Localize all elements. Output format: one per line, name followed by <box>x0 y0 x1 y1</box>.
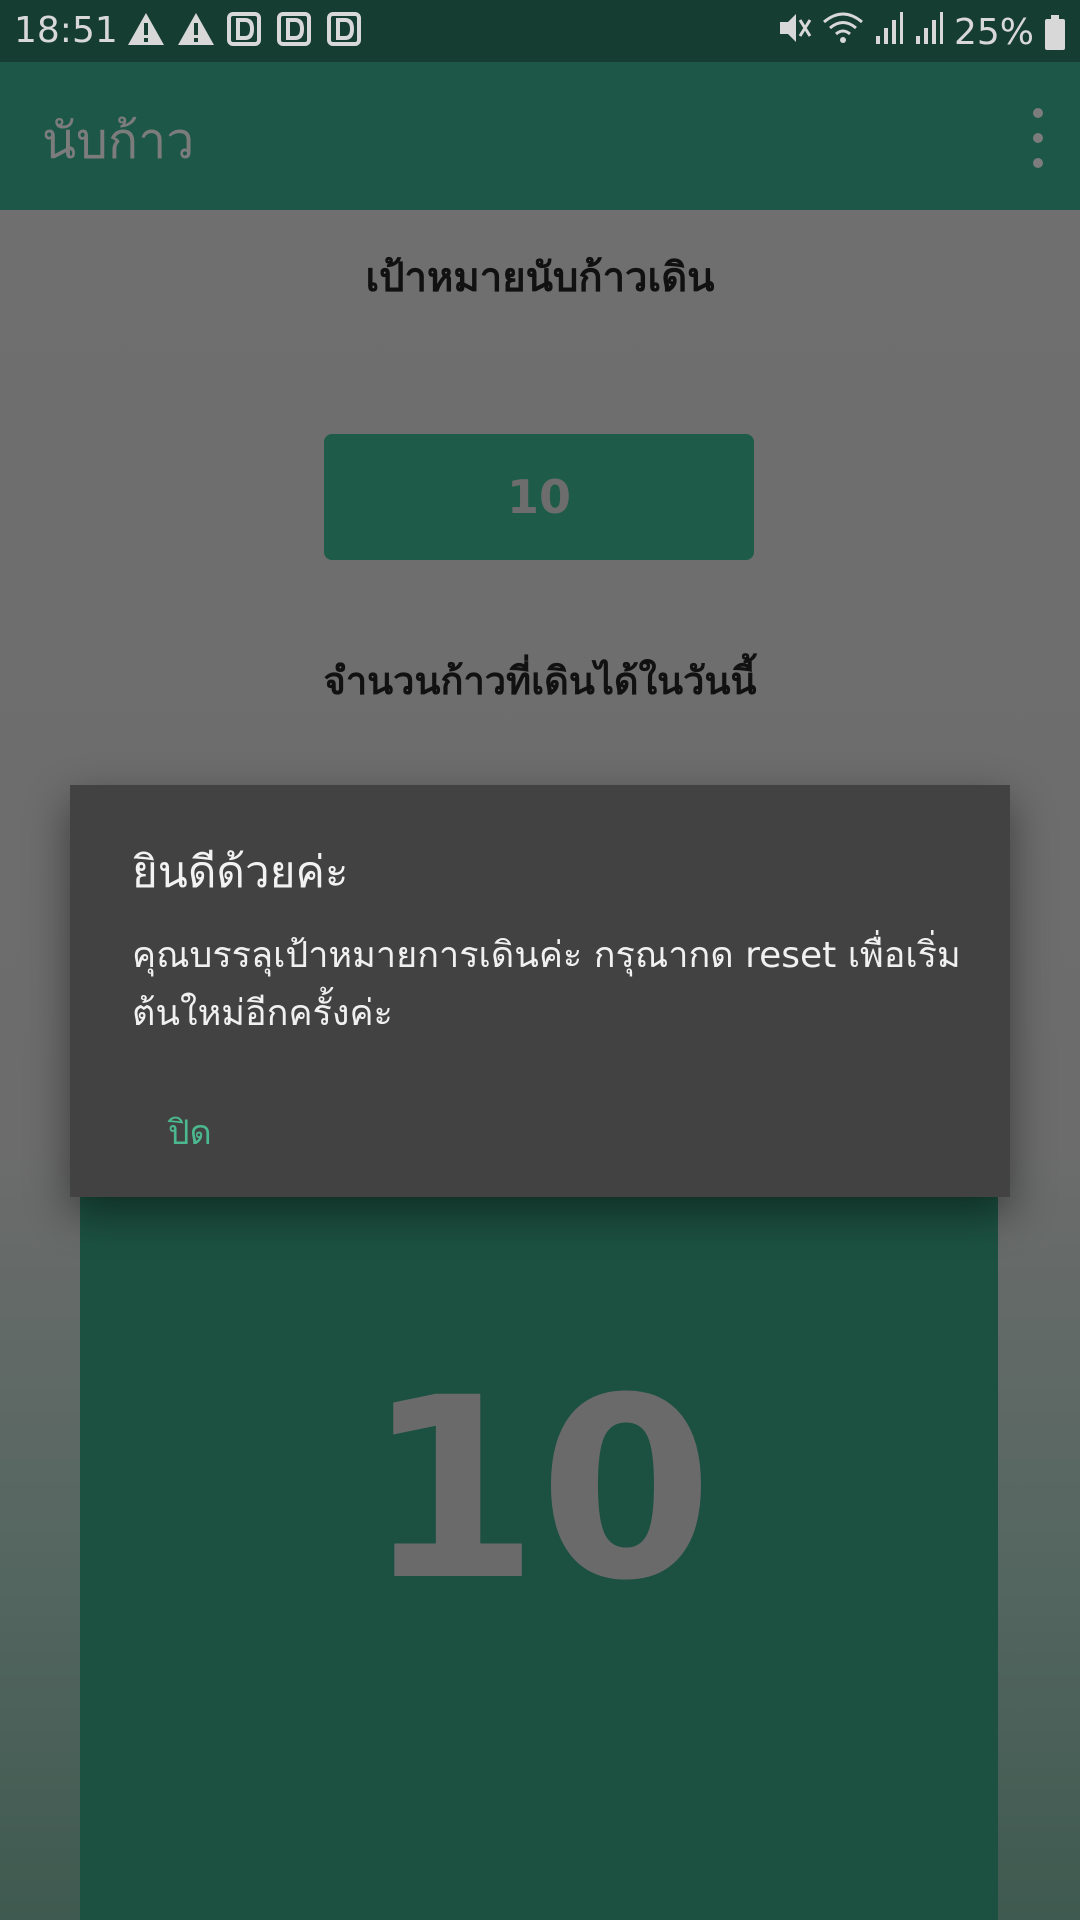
dialog-message: คุณบรรลุเป้าหมายการเดินค่ะ กรุณากด reset… <box>132 935 961 1034</box>
system-icons: 25% <box>778 10 1066 55</box>
goal-value-box[interactable]: 10 <box>324 434 754 560</box>
signal-icon <box>874 10 904 55</box>
more-vert-icon[interactable] <box>1018 108 1058 168</box>
step-count-box: 10 <box>80 1120 998 1920</box>
notification-icons <box>126 11 366 47</box>
goal-value: 10 <box>506 470 571 524</box>
app-notification-icon <box>276 11 316 47</box>
signal-icon <box>914 10 944 55</box>
step-count-value: 10 <box>365 1344 713 1635</box>
today-steps-label: จำนวนก้าวที่เดินได้ในวันนี้ <box>323 659 757 703</box>
close-button[interactable]: ปิด <box>160 1101 220 1163</box>
app-bar: นับก้าว <box>0 62 1080 210</box>
mute-icon <box>778 10 812 55</box>
status-bar: 18:51 25% <box>0 0 1080 62</box>
goal-label: เป้าหมายนับก้าวเดิน <box>365 255 715 301</box>
app-notification-icon <box>326 11 366 47</box>
battery-percent: 25% <box>953 12 1034 53</box>
dialog-title: ยินดีด้วยค่ะ <box>132 847 349 898</box>
congrats-dialog: ยินดีด้วยค่ะ คุณบรรลุเป้าหมายการเดินค่ะ … <box>70 785 1010 1197</box>
warning-icon <box>126 11 166 47</box>
app-notification-icon <box>226 11 266 47</box>
warning-icon <box>176 11 216 47</box>
battery-icon <box>1044 14 1066 51</box>
wifi-icon <box>822 10 864 55</box>
app-screen: 18:51 25% นับก้าว เป้าหมายนับก้าวเดิน 10… <box>0 0 1080 1920</box>
app-title: นับก้าว <box>42 112 195 170</box>
status-time: 18:51 <box>14 10 118 51</box>
